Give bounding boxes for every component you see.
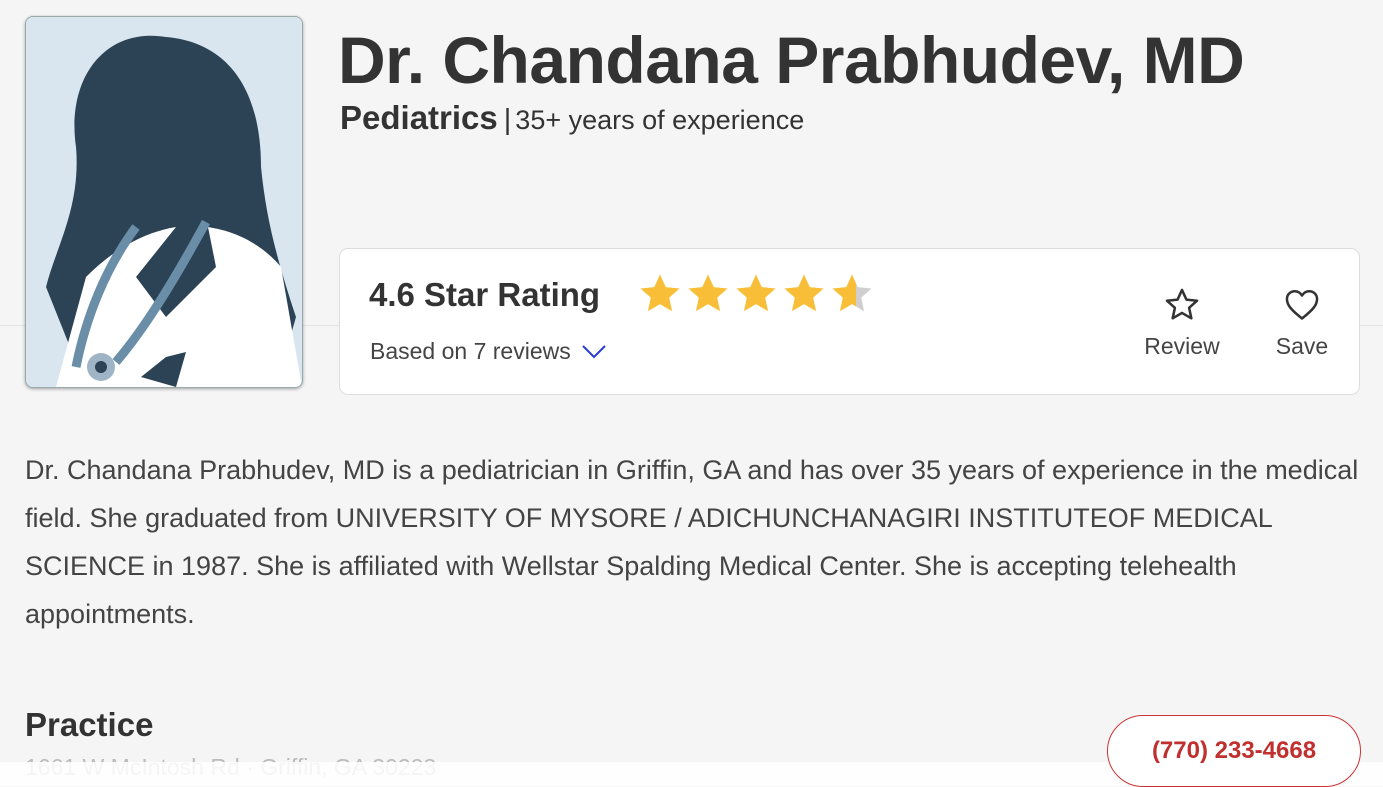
phone-button[interactable]: (770) 233-4668	[1107, 715, 1361, 787]
rating-star-icon	[784, 274, 824, 312]
experience: 35+ years of experience	[515, 105, 805, 135]
doctor-photo-placeholder	[25, 16, 303, 388]
save-label: Save	[1275, 333, 1329, 359]
rating-star-icon	[640, 274, 680, 312]
specialty: Pediatrics	[340, 99, 498, 136]
review-label: Review	[1144, 333, 1220, 359]
review-button[interactable]: Review	[1137, 286, 1227, 360]
rating-star-icon	[736, 274, 776, 312]
heart-outline-icon	[1285, 289, 1319, 320]
reviews-toggle[interactable]: Based on 7 reviews	[370, 338, 607, 365]
rating-star-icon	[832, 274, 872, 312]
subtitle-separator: |	[503, 104, 512, 136]
doctor-name: Dr. Chandana Prabhudev, MD	[338, 23, 1245, 97]
reviews-count-label: Based on 7 reviews	[370, 338, 571, 364]
rating-star-icon	[688, 274, 728, 312]
doctor-subtitle: Pediatrics | 35+ years of experience	[340, 98, 804, 140]
female-doctor-silhouette-icon	[26, 17, 302, 387]
rating-card: 4.6 Star Rating Based on 7 reviews Revie…	[339, 248, 1360, 395]
doctor-bio: Dr. Chandana Prabhudev, MD is a pediatri…	[25, 455, 1359, 629]
rating-title: 4.6 Star Rating	[369, 276, 601, 313]
chevron-down-icon	[582, 344, 606, 358]
rating-stars	[637, 271, 875, 317]
practice-heading: Practice	[25, 706, 154, 743]
save-button[interactable]: Save	[1257, 286, 1347, 360]
star-outline-icon	[1165, 288, 1199, 320]
